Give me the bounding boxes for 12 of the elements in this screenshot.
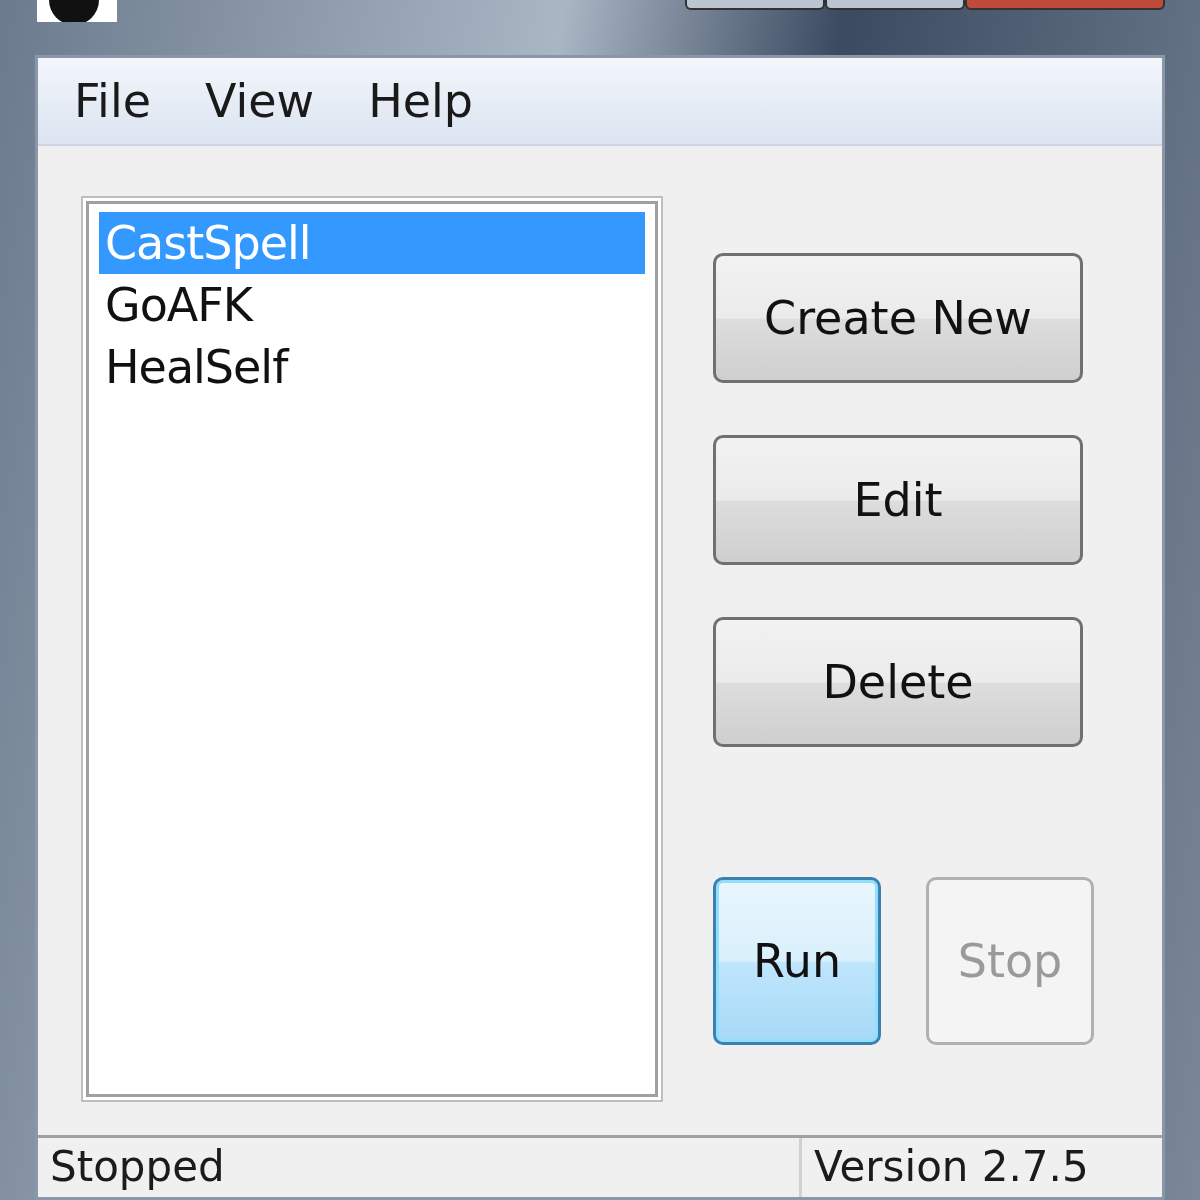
- menu-item[interactable]: View: [191, 78, 329, 124]
- status-text: Stopped: [38, 1138, 802, 1197]
- list-item[interactable]: GoAFK: [99, 274, 645, 336]
- menu-item[interactable]: File: [60, 78, 165, 124]
- list-item[interactable]: HealSelf: [99, 336, 645, 398]
- maximize-button[interactable]: [825, 0, 965, 10]
- button[interactable]: Create New: [713, 253, 1083, 383]
- button[interactable]: Delete: [713, 617, 1083, 747]
- minimize-button[interactable]: [685, 0, 825, 10]
- button[interactable]: Run: [713, 877, 881, 1045]
- button[interactable]: Edit: [713, 435, 1083, 565]
- status-text: Version 2.7.5: [813, 1141, 1090, 1193]
